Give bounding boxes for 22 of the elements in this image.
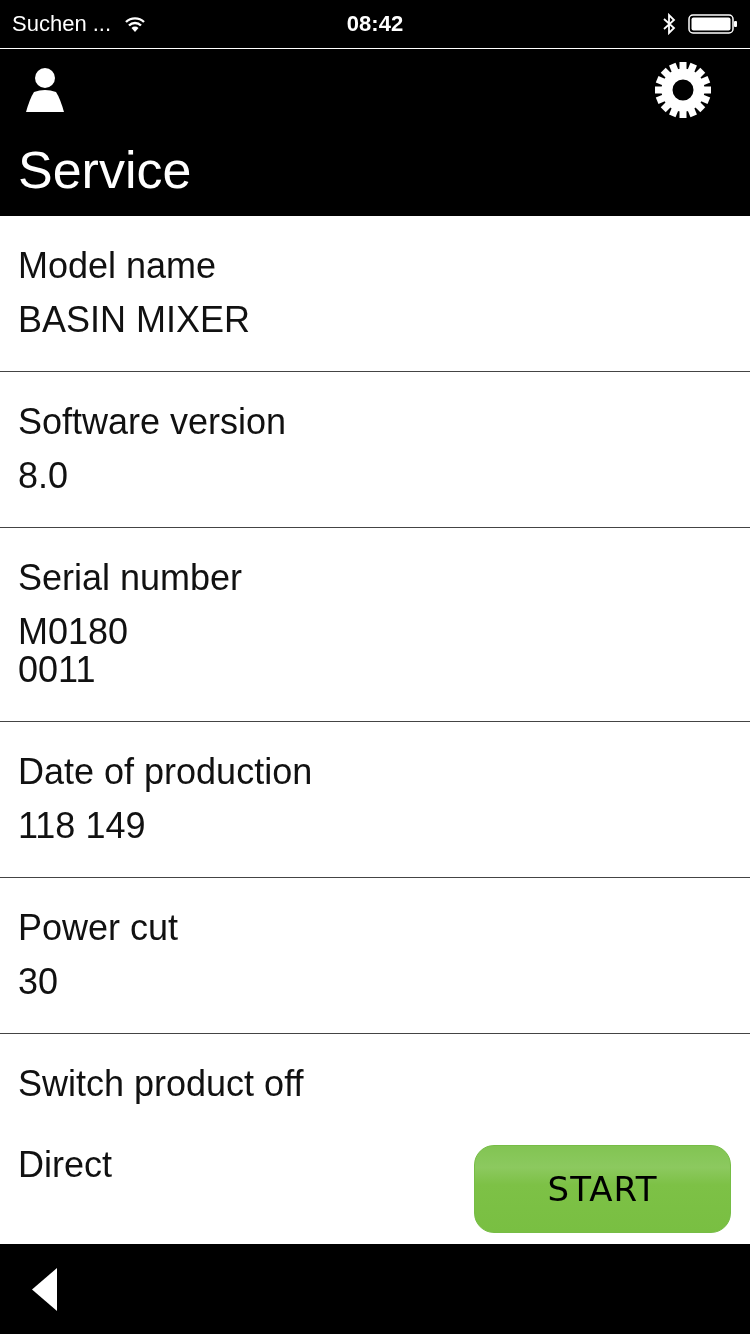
field-label: Date of production <box>18 752 313 792</box>
wifi-icon <box>125 16 146 32</box>
field-value: 118 149 <box>18 807 146 845</box>
bluetooth-icon <box>662 13 676 35</box>
clock-time: 08:42 <box>346 11 404 37</box>
field-value: 30 <box>18 963 59 1001</box>
field-value: 8.0 <box>18 457 69 495</box>
back-icon[interactable] <box>32 1267 57 1311</box>
start-button[interactable]: START <box>474 1145 731 1233</box>
field-label: Software version <box>18 402 287 442</box>
field-label: Power cut <box>18 908 179 948</box>
section-label: Switch product off <box>18 1064 304 1104</box>
field-label: Model name <box>18 246 217 286</box>
field-label: Serial number <box>18 558 243 598</box>
field-value: M0180 0011 <box>18 613 129 689</box>
settings-icon[interactable] <box>655 62 711 118</box>
battery-icon <box>688 14 738 34</box>
user-icon[interactable] <box>26 68 64 112</box>
field-value: BASIN MIXER <box>18 301 251 339</box>
page-title: Service <box>18 140 192 200</box>
option-label: Direct <box>18 1145 112 1185</box>
carrier-text: Suchen ... <box>12 11 112 37</box>
